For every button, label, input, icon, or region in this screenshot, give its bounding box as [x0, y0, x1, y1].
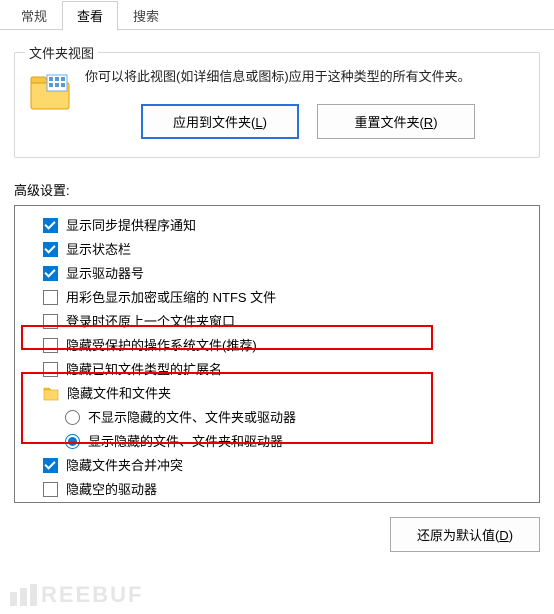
- checkbox-icon[interactable]: [43, 290, 58, 305]
- item-label: 隐藏文件和文件夹: [67, 384, 171, 404]
- opt-color-ntfs[interactable]: 用彩色显示加密或压缩的 NTFS 文件: [21, 286, 533, 310]
- item-label: 隐藏空的驱动器: [66, 480, 157, 500]
- opt-sync-provider-notifications[interactable]: 显示同步提供程序通知: [21, 214, 533, 238]
- item-label: 显示状态栏: [66, 240, 131, 260]
- opt-show-drive-letters[interactable]: 显示驱动器号: [21, 262, 533, 286]
- checkbox-icon[interactable]: [43, 314, 58, 329]
- checkbox-icon[interactable]: [43, 362, 58, 377]
- checkbox-icon[interactable]: [43, 242, 58, 257]
- opt-show-status-bar[interactable]: 显示状态栏: [21, 238, 533, 262]
- opt-show-hidden[interactable]: 显示隐藏的文件、文件夹和驱动器: [21, 430, 533, 454]
- advanced-settings-label: 高级设置:: [14, 180, 540, 199]
- tab-general[interactable]: 常规: [6, 1, 62, 30]
- radio-icon[interactable]: [65, 434, 80, 449]
- opt-hide-known-extensions[interactable]: 隐藏已知文件类型的扩展名: [21, 358, 533, 382]
- tab-search[interactable]: 搜索: [118, 1, 174, 30]
- opt-show-infotips[interactable]: 鼠标指向文件夹和桌面项时显示提示信息: [21, 502, 533, 503]
- checkbox-icon[interactable]: [43, 218, 58, 233]
- item-label: 登录时还原上一个文件夹窗口: [66, 312, 235, 332]
- tab-bar: 常规 查看 搜索: [0, 0, 554, 30]
- item-label: 显示驱动器号: [66, 264, 144, 284]
- opt-hide-protected-os-files[interactable]: 隐藏受保护的操作系统文件(推荐): [21, 334, 533, 358]
- advanced-settings-tree[interactable]: 显示同步提供程序通知 显示状态栏 显示驱动器号 用彩色显示加密或压缩的 NTFS…: [14, 205, 540, 503]
- item-label: 隐藏受保护的操作系统文件(推荐): [66, 336, 257, 356]
- folder-thumbnail-icon: [29, 71, 71, 113]
- item-label: 不显示隐藏的文件、文件夹或驱动器: [88, 408, 296, 428]
- checkbox-icon[interactable]: [43, 266, 58, 281]
- reset-folders-button[interactable]: 重置文件夹(R): [317, 104, 475, 139]
- item-label: 显示同步提供程序通知: [66, 216, 196, 236]
- group-hidden-files: 隐藏文件和文件夹: [21, 382, 533, 406]
- item-label: 隐藏文件夹合并冲突: [66, 456, 183, 476]
- group-title: 文件夹视图: [25, 43, 98, 62]
- checkbox-icon[interactable]: [43, 338, 58, 353]
- folder-icon: [43, 387, 59, 401]
- group-description: 你可以将此视图(如详细信息或图标)应用于这种类型的所有文件夹。: [85, 67, 525, 88]
- checkbox-icon[interactable]: [43, 482, 58, 497]
- item-label: 显示隐藏的文件、文件夹和驱动器: [88, 432, 283, 452]
- checkbox-icon[interactable]: [43, 458, 58, 473]
- opt-hide-merge-conflicts[interactable]: 隐藏文件夹合并冲突: [21, 454, 533, 478]
- item-label: 隐藏已知文件类型的扩展名: [66, 360, 222, 380]
- restore-defaults-button[interactable]: 还原为默认值(D): [390, 517, 540, 552]
- radio-icon[interactable]: [65, 410, 80, 425]
- folder-views-group: 文件夹视图 你可以将此视图(如详细信息或图标)应用于这种类型的所有文件夹。 应用…: [14, 52, 540, 158]
- opt-dont-show-hidden[interactable]: 不显示隐藏的文件、文件夹或驱动器: [21, 406, 533, 430]
- tab-view[interactable]: 查看: [62, 1, 118, 31]
- opt-restore-previous-folder[interactable]: 登录时还原上一个文件夹窗口: [21, 310, 533, 334]
- apply-to-folders-button[interactable]: 应用到文件夹(L): [141, 104, 299, 139]
- watermark: REEBUF: [10, 582, 143, 608]
- item-label: 用彩色显示加密或压缩的 NTFS 文件: [66, 288, 276, 308]
- opt-hide-empty-drives[interactable]: 隐藏空的驱动器: [21, 478, 533, 502]
